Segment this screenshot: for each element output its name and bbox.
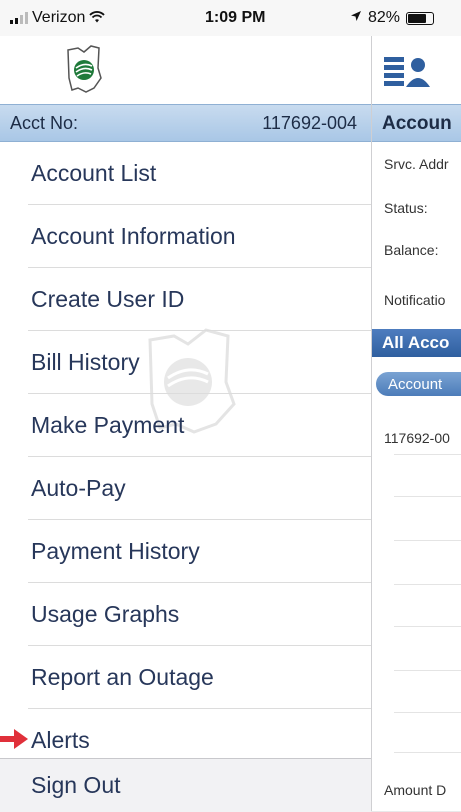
account-list-row[interactable]: 117692-00 (384, 430, 450, 446)
menu-item-auto-pay[interactable]: Auto-Pay (28, 457, 371, 520)
content-header: Accoun (372, 104, 461, 142)
ohio-logo-icon (64, 44, 104, 96)
drawer-menu: Account List Account Information Create … (0, 142, 371, 771)
battery-icon (406, 11, 435, 25)
account-number-bar: Acct No: 117692-004 (0, 104, 371, 142)
location-icon (350, 9, 362, 27)
content-header-title: Accoun (382, 113, 452, 134)
menu-item-label: Usage Graphs (31, 600, 180, 627)
sign-out-button[interactable]: Sign Out (0, 758, 371, 812)
arrow-icon (0, 726, 30, 752)
notifications-label: Notificatio (384, 292, 446, 308)
table-row-divider (394, 496, 461, 497)
menu-item-label: Payment History (31, 537, 200, 564)
balance-label: Balance: (384, 242, 439, 258)
amount-due-label: Amount D (384, 782, 447, 798)
status-bar: Verizon 1:09 PM 82% (0, 0, 461, 36)
all-accounts-header: All Acco (372, 329, 461, 357)
service-address-label: Srvc. Addr (384, 156, 449, 172)
menu-item-label: Account Information (31, 222, 236, 249)
battery-percent: 82% (368, 9, 401, 26)
menu-item-create-user-id[interactable]: Create User ID (28, 268, 371, 331)
menu-item-label: Bill History (31, 348, 140, 375)
table-row-divider (394, 454, 461, 455)
status-left: Verizon (10, 9, 106, 27)
menu-item-label: Make Payment (31, 411, 185, 438)
account-list-icon[interactable] (382, 53, 442, 93)
menu-item-account-list[interactable]: Account List (28, 142, 371, 205)
carrier-label: Verizon (32, 9, 86, 26)
menu-item-label: Account List (31, 159, 157, 186)
menu-item-payment-history[interactable]: Payment History (28, 520, 371, 583)
menu-item-label: Create User ID (31, 285, 185, 312)
menu-item-make-payment[interactable]: Make Payment (28, 394, 371, 457)
table-row-divider (394, 584, 461, 585)
menu-item-label: Auto-Pay (31, 474, 126, 501)
account-overview-panel: Accoun Srvc. Addr Status: Balance: Notif… (372, 36, 461, 811)
wifi-icon (89, 10, 106, 26)
account-column-header[interactable]: Account (376, 372, 461, 396)
table-row-divider (394, 626, 461, 627)
status-label: Status: (384, 200, 428, 216)
table-row-divider (394, 752, 461, 753)
status-time: 1:09 PM (205, 9, 266, 26)
table-row-divider (394, 712, 461, 713)
account-number-value: 117692-004 (262, 113, 357, 133)
menu-item-label: Report an Outage (31, 663, 214, 690)
sign-out-label: Sign Out (31, 772, 121, 798)
menu-item-bill-history[interactable]: Bill History (28, 331, 371, 394)
all-accounts-title: All Acco (382, 333, 450, 352)
menu-item-report-outage[interactable]: Report an Outage (28, 646, 371, 709)
menu-item-account-information[interactable]: Account Information (28, 205, 371, 268)
menu-item-usage-graphs[interactable]: Usage Graphs (28, 583, 371, 646)
table-row-divider (394, 540, 461, 541)
status-right: 82% (350, 9, 435, 27)
account-column-label: Account (388, 376, 443, 393)
side-drawer: Acct No: 117692-004 Account List Account… (0, 36, 372, 812)
table-row-divider (394, 670, 461, 671)
signal-icon (10, 12, 28, 24)
menu-item-label: Alerts (31, 726, 90, 753)
account-number-label: Acct No: (10, 113, 79, 133)
